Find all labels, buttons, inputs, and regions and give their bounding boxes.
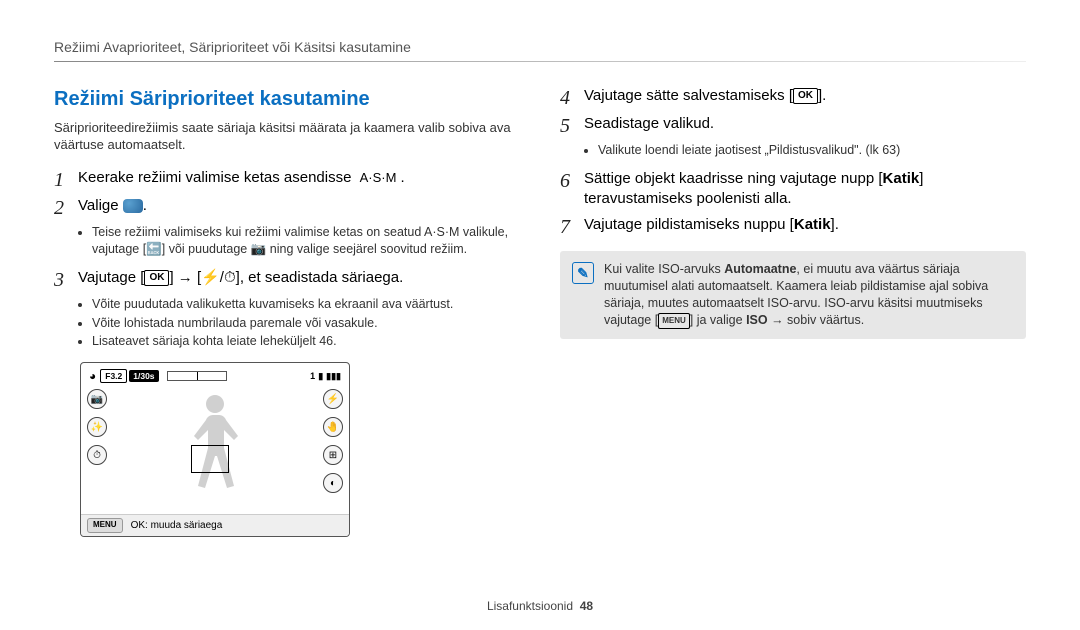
step-1-suffix: . [400, 169, 404, 186]
drive-icon: 📷 [87, 389, 107, 409]
step-4: 4 Vajutage sätte salvestamiseks [OK]. [560, 86, 1026, 108]
screen-bottom-label: OK: muuda säriaega [131, 519, 223, 533]
step-number: 1 [54, 170, 78, 190]
step-2-bullet-1: Teise režiimi valimiseks kui režiimi val… [92, 224, 520, 258]
screen-right-icons: ⚡ 🤚 ⊞ ◐ [323, 389, 343, 493]
step-3: 3 Vajutage [OK] → [⚡/⏱], et seadistada s… [54, 268, 520, 290]
step-4-text-end: ]. [818, 87, 826, 104]
screen-topbar: ◕ F3.2 1/30s 1 ▮ ▮▮▮ [89, 369, 341, 383]
step-3-bullet-1: Võite puudutada valikuketta kuvamiseks k… [92, 296, 520, 313]
step-5: 5 Seadistage valikud. [560, 114, 1026, 136]
step-6-text-a: Sättige objekt kaadrisse ning vajutage n… [584, 170, 883, 187]
header-underline [54, 61, 1026, 62]
step-3-bullet-3: Lisateavet säriaja kohta leiate lehekülj… [92, 333, 520, 350]
step-number: 7 [560, 217, 584, 237]
battery-icon: ▮▮▮ [326, 370, 341, 382]
shutter-value: 1/30s [129, 370, 158, 382]
screen-bottom-bar: MENU OK: muuda säriaega [81, 514, 349, 536]
step-7-text-a: Vajutage pildistamiseks nuppu [ [584, 216, 794, 233]
focus-box [191, 445, 229, 473]
note-text-c: ] ja valige [690, 313, 746, 327]
step-2-bullets: Teise režiimi valimiseks kui režiimi val… [92, 224, 520, 258]
breadcrumb: Režiimi Avaprioriteet, Säriprioriteet võ… [54, 38, 1026, 57]
step-1: 1 Keerake režiimi valimise ketas asendis… [54, 168, 520, 190]
af-icon: 🤚 [323, 417, 343, 437]
step-number: 2 [54, 198, 78, 218]
step-7-text-b: ]. [831, 216, 839, 233]
wb-icon: ⊞ [323, 445, 343, 465]
step-3-bullets: Võite puudutada valikuketta kuvamiseks k… [92, 296, 520, 351]
mode-dot-icon: ◕ [89, 368, 96, 384]
step-number: 6 [560, 171, 584, 191]
note-box: ✎ Kui valite ISO-arvuks Automaatne, ei m… [560, 251, 1026, 339]
screen-top-right: 1 ▮ ▮▮▮ [310, 370, 341, 382]
note-text-d: → sobiv väärtus. [768, 313, 865, 327]
step-5-text: Seadistage valikud. [584, 115, 714, 132]
ok-key-icon: OK [793, 88, 818, 104]
screen-left-icons: 📷 ✨ ⏱ [87, 389, 107, 465]
section-heading: Režiimi Säriprioriteet kasutamine [54, 86, 520, 113]
step-4-text-a: Vajutage sätte salvestamiseks [ [584, 87, 793, 104]
timer-icon: ⏱ [87, 445, 107, 465]
step-3-text-a: Vajutage [ [78, 269, 144, 286]
flash-icon: ⚡ [323, 389, 343, 409]
menu-key-icon: MENU [658, 313, 690, 329]
quality-icon: ▮ [318, 370, 323, 382]
footer-label: Lisafunktsioonid [487, 599, 573, 613]
step-3-bullet-2: Võite lohistada numbrilauda paremale või… [92, 315, 520, 332]
shutter-bold: Katik [794, 216, 831, 233]
note-icon: ✎ [572, 262, 594, 284]
step-1-text: Keerake režiimi valimise ketas asendisse [78, 169, 351, 186]
ev-scale-icon [167, 371, 227, 381]
step-6: 6 Sättige objekt kaadrisse ning vajutage… [560, 169, 1026, 210]
step-3-text-end: ], et seadistada säriaega. [236, 269, 404, 286]
effects-icon: ✨ [87, 417, 107, 437]
note-text: Kui valite ISO-arvuks Automaatne, ei muu… [604, 261, 1014, 329]
flash-timer-icon: ⚡/⏱ [201, 269, 236, 286]
ok-key-icon: OK [144, 270, 169, 286]
step-5-bullet-1: Valikute loendi leiate jaotisest „Pildis… [598, 142, 1026, 159]
note-bold-1: Automaatne [724, 262, 796, 276]
intro-text: Säriprioriteedirežiimis saate säriaja kä… [54, 119, 520, 154]
note-text-a: Kui valite ISO-arvuks [604, 262, 724, 276]
step-5-bullets: Valikute loendi leiate jaotisest „Pildis… [598, 142, 1026, 159]
shutter-bold: Katik [883, 170, 920, 187]
step-number: 3 [54, 270, 78, 290]
step-3-text-mid: ] → [ [169, 269, 201, 286]
step-7: 7 Vajutage pildistamiseks nuppu [Katik]. [560, 215, 1026, 237]
step-2-text: Valige [78, 197, 119, 214]
f-value: F3.2 [100, 369, 127, 383]
step-number: 4 [560, 88, 584, 108]
step-2-suffix: . [143, 197, 147, 214]
asm-icon: A·S·M [356, 171, 401, 185]
page-number: 48 [580, 599, 593, 613]
mode-icon [123, 199, 143, 213]
step-number: 5 [560, 116, 584, 136]
camera-screen-illustration: ◕ F3.2 1/30s 1 ▮ ▮▮▮ 📷 ✨ ⏱ ⚡ [80, 362, 350, 537]
menu-button: MENU [87, 518, 123, 533]
iso-icon: ◐ [323, 473, 343, 493]
shot-count: 1 [310, 370, 315, 382]
page-footer: Lisafunktsioonid 48 [0, 598, 1080, 614]
step-2: 2 Valige . [54, 196, 520, 218]
note-bold-2: ISO [746, 313, 768, 327]
